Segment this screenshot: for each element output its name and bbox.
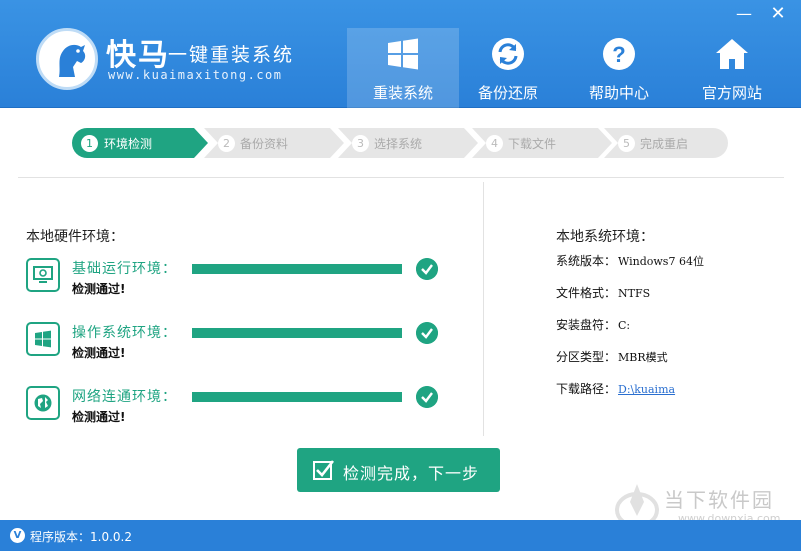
system-row-format: 文件格式： NTFS	[556, 284, 650, 301]
step-4: 4 下载文件	[472, 128, 612, 158]
step-5: 5 完成重启	[604, 128, 728, 158]
step-number: 3	[352, 135, 369, 152]
check-row-icon	[26, 322, 60, 356]
check-row-icon	[26, 258, 60, 292]
check-label: 网络连通环境：	[72, 389, 177, 405]
step-label: 完成重启	[640, 137, 689, 151]
globe-icon	[34, 394, 52, 412]
check-ok-icon	[416, 386, 438, 408]
check-label: 基础运行环境：	[72, 261, 177, 277]
check-status: 检测通过!	[72, 410, 126, 424]
system-value: Windows7 64位	[618, 255, 704, 268]
windows-logo-icon	[388, 38, 418, 70]
step-number: 4	[486, 135, 503, 152]
nav-official-site[interactable]: 官方网站	[676, 28, 788, 108]
nav-backup-restore[interactable]: 备份还原	[452, 28, 564, 108]
download-path-link[interactable]: D:\kuaima	[618, 383, 675, 396]
progress-fill	[192, 264, 402, 274]
refresh-icon	[492, 38, 524, 70]
next-step-button[interactable]: 检测完成，下一步	[297, 448, 500, 492]
minimize-button[interactable]: —	[730, 4, 758, 24]
nav-label: 官方网站	[701, 84, 762, 102]
system-row-partition: 分区类型： MBR模式	[556, 348, 668, 365]
divider	[18, 177, 784, 178]
step-label: 选择系统	[374, 137, 423, 151]
step-number: 1	[81, 135, 98, 152]
step-label: 下载文件	[508, 137, 557, 151]
system-value: C:	[618, 319, 631, 332]
horse-logo-icon	[59, 44, 86, 77]
step-3: 3 选择系统	[338, 128, 478, 158]
nav-label: 备份还原	[477, 84, 538, 102]
step-1: 1 环境检测	[72, 128, 208, 158]
check-row-network: 网络连通环境： 检测通过!	[26, 386, 446, 432]
divider	[483, 182, 484, 436]
hardware-title: 本地硬件环境：	[26, 229, 124, 245]
check-row-basic: 基础运行环境： 检测通过!	[26, 258, 446, 304]
step-2: 2 备份资料	[204, 128, 344, 158]
system-key: 系统版本：	[556, 254, 617, 268]
windows-logo-icon	[35, 330, 51, 348]
step-label: 环境检测	[104, 137, 153, 151]
nav-help-center[interactable]: ? 帮助中心	[563, 28, 675, 108]
home-icon	[716, 39, 748, 69]
logo	[36, 28, 98, 90]
check-ok-icon	[416, 322, 438, 344]
progress-bar	[192, 328, 402, 338]
system-key: 安装盘符：	[556, 318, 617, 332]
system-value: NTFS	[618, 287, 651, 300]
header: 快马 一键重装系统 www.kuaimaxitong.com — ✕ 重装系统 …	[0, 0, 801, 108]
check-status: 检测通过!	[72, 282, 126, 296]
step-number: 2	[218, 135, 235, 152]
progress-fill	[192, 392, 402, 402]
system-row-download-path: 下载路径： D:\kuaima	[556, 380, 675, 397]
footer: V 程序版本：1.0.0.2	[0, 520, 801, 551]
program-version: 程序版本：1.0.0.2	[30, 530, 132, 544]
next-step-label: 检测完成，下一步	[343, 464, 480, 483]
progress-bar	[192, 264, 402, 274]
check-label: 操作系统环境：	[72, 325, 177, 341]
system-title: 本地系统环境：	[556, 229, 654, 245]
monitor-gear-icon	[33, 266, 53, 283]
system-value: MBR模式	[618, 351, 668, 364]
nav-reinstall-system[interactable]: 重装系统	[347, 28, 459, 108]
check-status: 检测通过!	[72, 346, 126, 360]
check-ok-icon	[416, 258, 438, 280]
close-button[interactable]: ✕	[764, 4, 792, 24]
progress-bar	[192, 392, 402, 402]
watermark-text: 当下软件园	[664, 488, 774, 512]
system-key: 分区类型：	[556, 350, 617, 364]
brand-subtitle: 一键重装系统	[168, 44, 295, 66]
nav-label: 重装系统	[372, 84, 433, 102]
version-badge-icon: V	[10, 528, 25, 543]
svg-text:?: ?	[612, 42, 625, 67]
check-row-icon	[26, 386, 60, 420]
checkbox-checked-icon	[313, 460, 335, 480]
system-key: 文件格式：	[556, 286, 617, 300]
step-label: 备份资料	[240, 137, 289, 151]
brand-url: www.kuaimaxitong.com	[108, 68, 283, 82]
help-icon: ?	[603, 38, 635, 70]
system-row-drive: 安装盘符： C:	[556, 316, 630, 333]
system-key: 下载路径：	[556, 382, 617, 396]
check-row-os: 操作系统环境： 检测通过!	[26, 322, 446, 368]
system-row-version: 系统版本： Windows7 64位	[556, 252, 704, 269]
nav-label: 帮助中心	[588, 84, 649, 102]
progress-fill	[192, 328, 402, 338]
step-number: 5	[618, 135, 635, 152]
